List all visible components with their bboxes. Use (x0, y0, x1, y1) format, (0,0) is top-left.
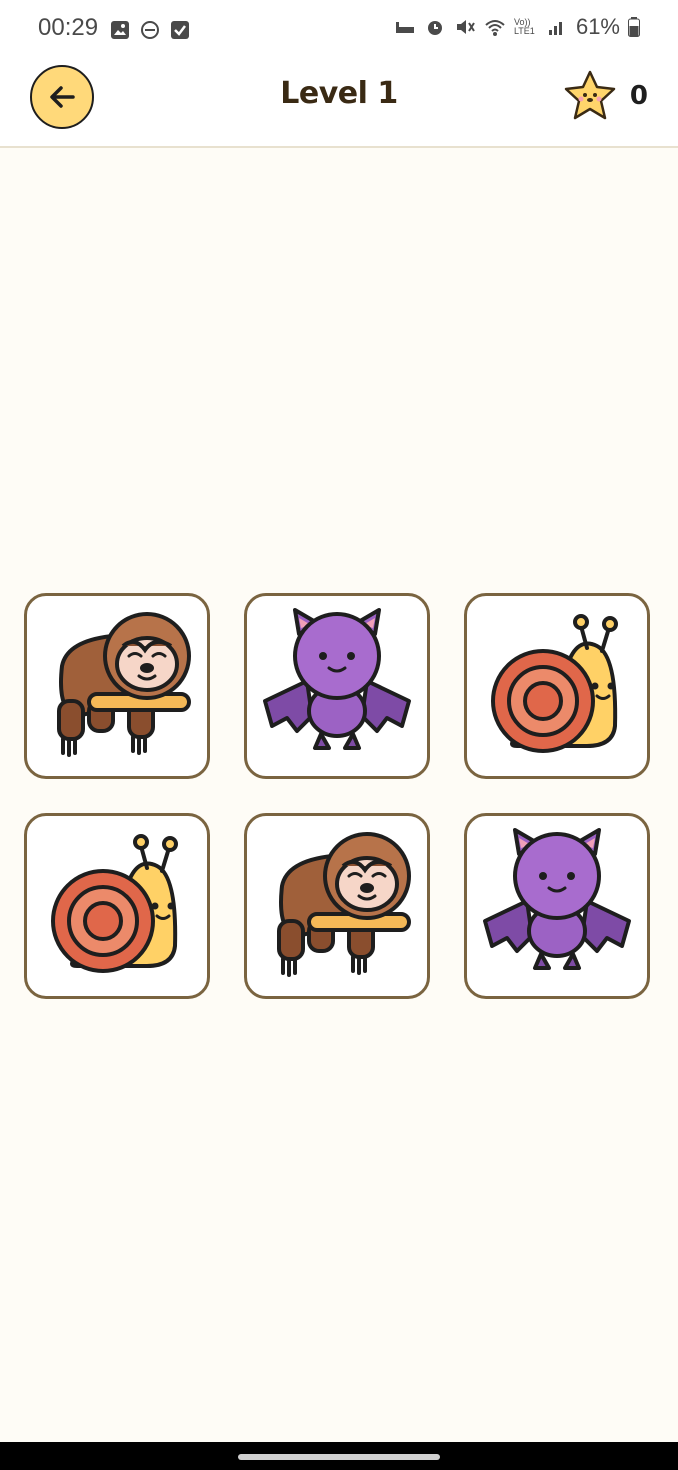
card-grid (24, 593, 654, 1003)
system-nav-bar (0, 1442, 678, 1470)
card-snail[interactable] (464, 593, 650, 779)
sleep-icon (395, 22, 414, 33)
home-gesture-bar[interactable] (238, 1454, 440, 1460)
game-header: Level 1 0 (0, 60, 678, 148)
star-icon (564, 70, 616, 120)
card-bat[interactable] (464, 813, 650, 999)
status-bar: 00:29 Vo)) LTE1 61% (0, 0, 678, 60)
dnd-icon (141, 21, 159, 39)
sloth-icon (257, 826, 417, 986)
snail-icon (477, 606, 637, 766)
gallery-icon (111, 21, 129, 39)
signal-icon (548, 22, 562, 35)
card-sloth[interactable] (244, 813, 430, 999)
checkbox-icon (171, 21, 189, 39)
bat-icon (477, 826, 637, 986)
score-display: 0 (562, 68, 648, 124)
status-right: Vo)) LTE1 61% (394, 14, 640, 40)
card-snail[interactable] (24, 813, 210, 999)
bat-icon (257, 606, 417, 766)
score-value: 0 (629, 81, 648, 111)
wifi-icon (485, 20, 505, 36)
card-bat[interactable] (244, 593, 430, 779)
snail-icon (37, 826, 197, 986)
alarm-icon (427, 21, 442, 35)
mute-icon (456, 20, 475, 34)
volte-label: Vo)) LTE1 (513, 17, 535, 36)
battery-percent: 61% (575, 14, 620, 39)
status-time: 00:29 (38, 14, 99, 41)
status-left-icons (110, 20, 190, 40)
card-sloth[interactable] (24, 593, 210, 779)
sloth-icon (37, 606, 197, 766)
battery-icon (628, 17, 640, 37)
